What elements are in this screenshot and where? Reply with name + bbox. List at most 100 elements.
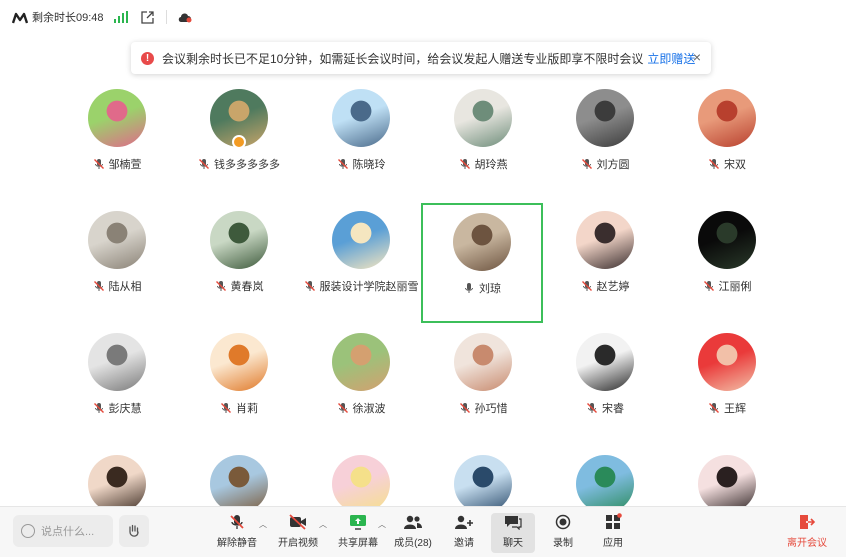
participant-name-row: 赵艺婷 — [581, 278, 630, 294]
share-screen-label: 共享屏幕 — [338, 538, 378, 549]
participant-name: 陈晓玲 — [352, 159, 386, 171]
apps-button[interactable]: 应用 — [591, 513, 635, 553]
participant-tile[interactable]: 江丽俐 — [666, 202, 788, 322]
mic-muted-icon — [581, 158, 593, 170]
unmute-button[interactable]: 解除静音 — [215, 513, 259, 553]
share-screen-button[interactable]: 共享屏幕 — [336, 513, 380, 553]
participant-name: 宋睿 — [602, 403, 624, 415]
participant-tile[interactable]: 胡玲燕 — [422, 80, 544, 200]
record-button[interactable]: 录制 — [541, 513, 585, 553]
record-icon — [553, 513, 573, 531]
participant-tile[interactable]: 刘琼 — [421, 203, 543, 323]
start-video-label: 开启视频 — [278, 538, 318, 549]
participant-name-row: 黄春岚 — [215, 278, 264, 294]
record-label: 录制 — [553, 538, 573, 549]
invite-icon — [454, 513, 474, 531]
participant-name: 江丽俐 — [718, 281, 752, 293]
avatar — [210, 455, 268, 513]
audio-options-chevron-icon[interactable]: ︿ — [259, 519, 267, 530]
mic-muted-icon — [581, 280, 593, 292]
mic-muted-icon — [459, 402, 471, 414]
participant-name: 钱多多多多多 — [214, 159, 280, 171]
participant-name-row: 肖莉 — [220, 400, 258, 416]
divider — [165, 10, 167, 24]
participant-name: 王辉 — [724, 403, 746, 415]
participant-name: 黄春岚 — [230, 281, 264, 293]
mic-muted-icon — [304, 280, 316, 292]
avatar — [576, 89, 634, 147]
mic-muted-icon — [586, 402, 598, 414]
start-video-button[interactable]: 开启视频 — [276, 513, 320, 553]
participant-tile[interactable]: 钱多多多多多 — [178, 80, 300, 200]
cloud-record-icon[interactable] — [177, 9, 193, 25]
participant-tile[interactable]: 彭庆慧 — [56, 324, 178, 444]
avatar — [576, 333, 634, 391]
participant-tile[interactable]: 王辉 — [666, 324, 788, 444]
apps-icon — [603, 513, 623, 531]
warning-text: 会议剩余时长已不足10分钟，如需延长会议时间，给会议发起人赠送专业版即享不限时会… — [162, 51, 644, 66]
popout-icon[interactable] — [140, 9, 156, 25]
mic-muted-icon — [337, 402, 349, 414]
participant-tile[interactable]: 宋睿 — [544, 324, 666, 444]
mic-muted-icon — [459, 158, 471, 170]
mic-muted-icon — [227, 513, 247, 531]
raise-hand-icon — [129, 524, 139, 537]
share-screen-icon — [348, 513, 368, 531]
leave-meeting-button[interactable]: 离开会议 — [785, 513, 829, 553]
chat-button[interactable]: 聊天 — [491, 513, 535, 553]
mic-muted-icon — [337, 158, 349, 170]
camera-off-icon — [288, 513, 308, 531]
participant-name: 赵艺婷 — [596, 281, 630, 293]
participant-name-row: 钱多多多多多 — [198, 156, 280, 172]
participant-tile[interactable]: 赵艺婷 — [544, 202, 666, 322]
invite-label: 邀请 — [454, 538, 474, 549]
participant-tile[interactable]: 徐淑波 — [300, 324, 422, 444]
participant-tile[interactable]: 邹楠萱 — [56, 80, 178, 200]
gift-now-link[interactable]: 立即赠送 — [647, 50, 695, 67]
participant-name: 彭庆慧 — [108, 403, 142, 415]
participant-tile[interactable]: 服装设计学院赵丽雪 — [300, 202, 422, 322]
chat-icon — [503, 513, 523, 531]
avatar — [332, 455, 390, 513]
mic-muted-icon — [198, 158, 210, 170]
participant-tile[interactable]: 陆从相 — [56, 202, 178, 322]
participant-name-row: 刘琼 — [463, 280, 501, 296]
participant-tile[interactable]: 宋双 — [666, 80, 788, 200]
emoji-icon[interactable] — [21, 524, 35, 538]
participant-tile[interactable]: 陈晓玲 — [300, 80, 422, 200]
host-badge-icon — [232, 135, 246, 149]
avatar — [88, 211, 146, 269]
video-options-chevron-icon[interactable]: ︿ — [319, 519, 327, 530]
members-button[interactable]: 成员(28) — [391, 513, 435, 553]
participant-name: 孙巧惜 — [474, 403, 508, 415]
exit-icon — [797, 513, 817, 531]
raise-hand-button[interactable] — [119, 515, 149, 547]
avatar — [88, 333, 146, 391]
participant-name-row: 陈晓玲 — [337, 156, 386, 172]
participant-tile[interactable]: 肖莉 — [178, 324, 300, 444]
avatar — [332, 333, 390, 391]
avatar — [453, 213, 511, 271]
participant-name: 邹楠萱 — [108, 159, 142, 171]
chat-input[interactable]: 说点什么... — [13, 515, 113, 547]
close-icon[interactable]: × — [693, 50, 701, 64]
app-logo-icon — [11, 11, 29, 24]
share-options-chevron-icon[interactable]: ︿ — [378, 519, 386, 530]
invite-button[interactable]: 邀请 — [442, 513, 486, 553]
top-bar: 剩余时长09:48 — [0, 0, 846, 34]
participant-tile[interactable]: 刘方圆 — [544, 80, 666, 200]
participant-name-row: 王辉 — [708, 400, 746, 416]
participant-tile[interactable]: 孙巧惜 — [422, 324, 544, 444]
mic-muted-icon — [708, 402, 720, 414]
members-label: 成员(28) — [394, 538, 432, 549]
participant-name-row: 服装设计学院赵丽雪 — [304, 278, 419, 294]
remaining-time: 剩余时长09:48 — [32, 12, 104, 24]
participant-tile[interactable]: 黄春岚 — [178, 202, 300, 322]
apps-label: 应用 — [603, 538, 623, 549]
mic-muted-icon — [215, 280, 227, 292]
avatar — [698, 333, 756, 391]
mic-muted-icon — [220, 402, 232, 414]
participant-name-row: 陆从相 — [93, 278, 142, 294]
unmute-label: 解除静音 — [217, 538, 257, 549]
bottom-toolbar: 说点什么... 解除静音 ︿ 开启视频 ︿ 共享屏幕 ︿ 成员(28) 邀请 聊… — [0, 506, 846, 557]
